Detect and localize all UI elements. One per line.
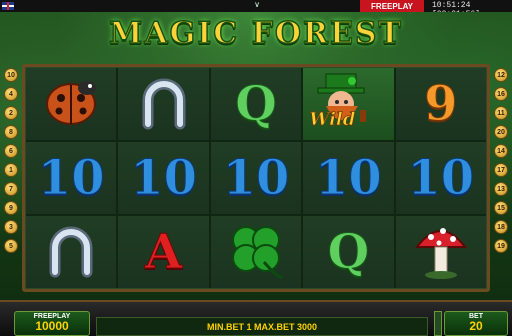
wild-label: Wild [309, 109, 356, 131]
horseshoe-icon [136, 74, 192, 135]
horseshoe-icon [43, 222, 99, 283]
payline-number[interactable]: 9 [4, 201, 18, 215]
status-bar: ∨ FREEPLAY 10:51:24 [00:01:56] [0, 0, 512, 19]
payline-number[interactable]: 10 [4, 68, 18, 82]
payline-numbers-left: 10 4 2 8 6 1 7 9 3 5 [4, 68, 18, 253]
reel-symbol: Wild [303, 68, 394, 140]
payline-number[interactable]: 1 [4, 163, 18, 177]
reel-symbol: 10 [303, 142, 394, 214]
credit-panel: FREEPLAY 10000 [14, 311, 90, 336]
payline-number[interactable]: 17 [494, 163, 508, 177]
reel-symbol: 10 [210, 142, 302, 214]
payline-number[interactable]: 12 [494, 68, 508, 82]
payline-number[interactable]: 13 [494, 182, 508, 196]
symbol-text: 10 [222, 150, 290, 206]
clover-icon [224, 218, 288, 287]
payline-number[interactable]: 18 [494, 220, 508, 234]
reel-symbol [26, 216, 117, 288]
reel-symbol: 10 [395, 142, 486, 214]
symbol-text: 9 [424, 76, 458, 132]
reel-symbol: A [118, 216, 209, 288]
payline-number[interactable]: 15 [494, 201, 508, 215]
payline-number[interactable]: 5 [4, 239, 18, 253]
reels-grid: Q Wild 9 10 10 10 10 10 A Q [26, 68, 486, 288]
symbol-text: A [144, 224, 183, 280]
payline-number[interactable]: 4 [4, 87, 18, 101]
payline-number[interactable]: 8 [4, 125, 18, 139]
payline-number[interactable]: 2 [4, 106, 18, 120]
reel-symbol: 9 [395, 68, 486, 140]
chevron-down-icon[interactable]: ∨ [250, 0, 264, 10]
payline-number[interactable]: 16 [494, 87, 508, 101]
bet-limits-info: MIN.BET 1 MAX.BET 3000 [96, 317, 428, 336]
symbol-text: Q [235, 76, 278, 132]
reel-symbol: Q [303, 216, 394, 288]
payline-number[interactable]: 3 [4, 220, 18, 234]
payline-number[interactable]: 14 [494, 144, 508, 158]
reel-symbol [26, 68, 117, 140]
payline-number[interactable]: 20 [494, 125, 508, 139]
symbol-text: 10 [314, 150, 382, 206]
symbol-text: 10 [37, 150, 105, 206]
language-flag-icon[interactable] [2, 2, 14, 10]
reel-symbol [210, 216, 302, 288]
symbol-text: Q [327, 224, 370, 280]
game-title: MAGIC FOREST [108, 15, 403, 52]
reel-symbol [118, 68, 209, 140]
reel-symbol: Q [210, 68, 302, 140]
reel-symbol: 10 [118, 142, 209, 214]
symbol-text: 10 [130, 150, 198, 206]
freeplay-mode-label: FREEPLAY [360, 0, 424, 12]
payline-number[interactable]: 7 [4, 182, 18, 196]
bet-panel[interactable]: BET 20 [444, 311, 508, 336]
ladybug-icon [41, 76, 101, 133]
mushroom-icon [413, 219, 469, 286]
symbol-text: 10 [407, 150, 475, 206]
payline-numbers-right: 12 16 11 20 14 17 13 15 18 19 [494, 68, 508, 253]
credit-value: 10000 [35, 319, 69, 333]
reel-symbol [395, 216, 486, 288]
bet-value: 20 [469, 319, 483, 333]
gamble-button[interactable] [434, 311, 442, 336]
payline-number[interactable]: 19 [494, 239, 508, 253]
payline-number[interactable]: 6 [4, 144, 18, 158]
payline-number[interactable]: 11 [494, 106, 508, 120]
reel-symbol: 10 [26, 142, 117, 214]
